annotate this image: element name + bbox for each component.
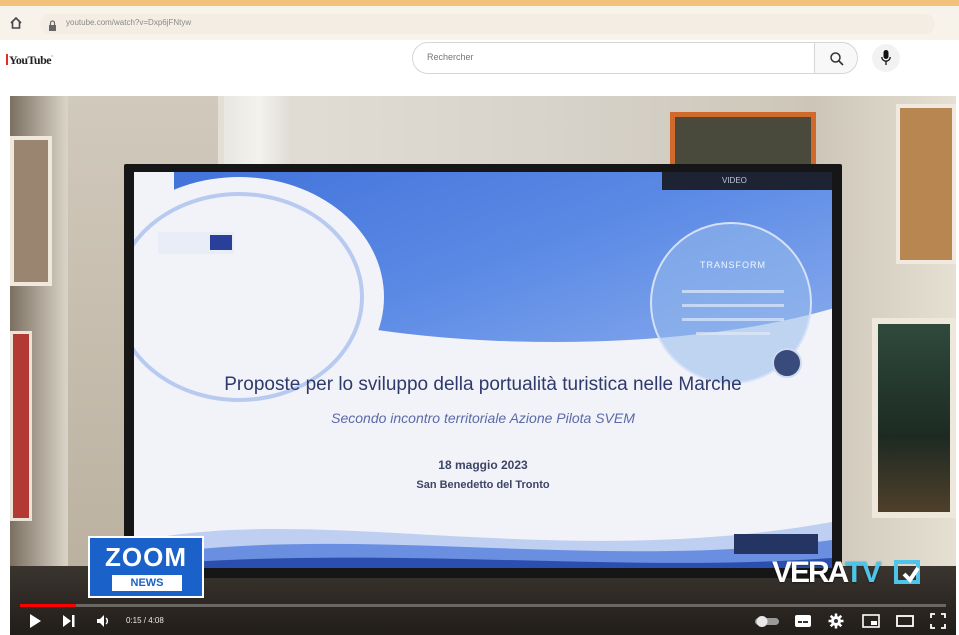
circle-text-line	[682, 304, 784, 307]
television: VIDEO TRANSFORM Proposte per lo sviluppo…	[124, 164, 842, 578]
search-input[interactable]	[427, 52, 787, 62]
painting	[10, 136, 52, 286]
theater-mode-button[interactable]	[896, 613, 914, 629]
volume-button[interactable]	[96, 613, 112, 629]
home-icon[interactable]	[8, 16, 24, 32]
project-circle-title: TRANSFORM	[700, 260, 766, 270]
voice-search-button[interactable]	[872, 44, 900, 72]
next-button[interactable]	[62, 613, 76, 629]
slide-date: 18 maggio 2023	[438, 458, 528, 472]
browser-address-bar: youtube.com/watch?v=Dxp6jFNtyw	[0, 0, 959, 40]
circle-text-line	[682, 318, 784, 321]
search-button[interactable]	[814, 42, 858, 74]
slide-place: San Benedetto del Tronto	[416, 479, 550, 491]
zoom-news-logo: ZOOM NEWS	[88, 536, 204, 598]
autoplay-toggle[interactable]	[754, 613, 780, 629]
slide-top-bar: VIDEO	[662, 172, 832, 190]
fullscreen-icon	[930, 613, 946, 629]
search-box[interactable]	[412, 42, 814, 74]
gear-icon	[828, 613, 844, 629]
youtube-logo-mark	[6, 54, 8, 65]
play-icon	[30, 614, 41, 628]
eu-logo	[158, 232, 234, 254]
skip-next-icon	[63, 615, 75, 627]
volume-icon	[97, 615, 108, 627]
settings-button[interactable]	[828, 613, 844, 629]
circle-text-line	[682, 290, 784, 293]
painting	[896, 104, 956, 264]
slide-subtitle: Secondo incontro territoriale Azione Pil…	[331, 410, 635, 426]
painting	[10, 331, 32, 521]
play-button[interactable]	[28, 613, 42, 629]
slide-bottom-wave	[134, 522, 832, 568]
microphone-icon	[881, 50, 891, 65]
slide-footer-logo	[734, 534, 818, 554]
youtube-logo[interactable]: YouTube°	[6, 53, 53, 68]
slide-top-bar-label: VIDEO	[722, 176, 747, 185]
eu-flag-icon	[210, 235, 232, 250]
circle-text-line	[696, 332, 770, 335]
video-player[interactable]: VIDEO TRANSFORM Proposte per lo sviluppo…	[10, 96, 956, 635]
url-text[interactable]: youtube.com/watch?v=Dxp6jFNtyw	[66, 18, 191, 27]
subtitles-button[interactable]	[794, 613, 812, 629]
lock-icon	[48, 18, 57, 31]
slide-title: Proposte per lo sviluppo della portualit…	[224, 374, 742, 395]
time-display: 0:15 / 4:08	[126, 616, 164, 625]
youtube-header: YouTube°	[0, 40, 959, 96]
tv-text: TV	[845, 556, 881, 589]
youtube-logo-text: YouTube	[9, 53, 52, 67]
subtitles-icon	[795, 615, 811, 627]
veratv-arrow-icon	[894, 560, 920, 584]
zoom-logo-text: ZOOM	[105, 542, 187, 572]
miniplayer-button[interactable]	[862, 613, 880, 629]
painting	[872, 318, 956, 518]
vera-text: VERA	[772, 556, 847, 589]
theater-mode-icon	[896, 615, 914, 627]
presentation-slide: VIDEO TRANSFORM Proposte per lo sviluppo…	[134, 172, 832, 568]
news-logo-text: NEWS	[112, 575, 182, 591]
miniplayer-icon	[862, 614, 880, 628]
search-icon	[830, 52, 844, 66]
fullscreen-button[interactable]	[930, 613, 946, 629]
veratv-logo-text: VERATV	[772, 556, 881, 590]
autoplay-toggle-icon	[755, 616, 779, 627]
player-controls: 0:15 / 4:08	[10, 607, 956, 635]
